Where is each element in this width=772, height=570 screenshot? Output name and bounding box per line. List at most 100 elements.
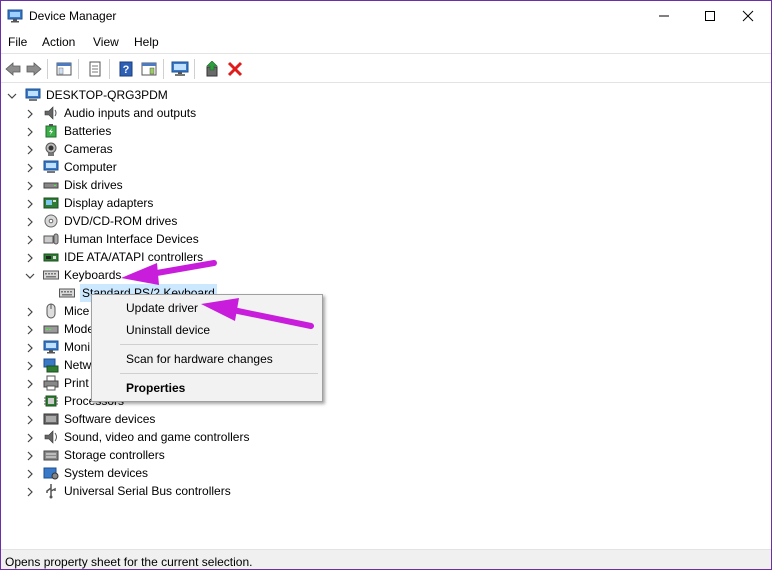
battery-icon bbox=[43, 123, 59, 139]
computer-icon bbox=[43, 159, 59, 175]
help-icon[interactable]: ? bbox=[116, 59, 136, 79]
chevron-right-icon[interactable] bbox=[25, 450, 35, 461]
svg-text:?: ? bbox=[123, 64, 130, 76]
device-manager-icon bbox=[7, 8, 23, 24]
toolbar-separator bbox=[47, 59, 48, 79]
chevron-right-icon[interactable] bbox=[25, 396, 35, 407]
tree-item-human-interface-devices[interactable]: Human Interface Devices bbox=[25, 230, 199, 248]
show-hide-console-tree-icon[interactable] bbox=[54, 59, 74, 79]
tree-item-system-devices[interactable]: System devices bbox=[25, 464, 148, 482]
forward-arrow-icon[interactable] bbox=[24, 59, 44, 79]
chevron-right-icon[interactable] bbox=[25, 414, 35, 425]
tree-item-label: Netw bbox=[64, 358, 92, 372]
status-text: Opens property sheet for the current sel… bbox=[5, 555, 253, 569]
tree-item-label: Computer bbox=[64, 160, 117, 174]
tree-item-software-devices[interactable]: Software devices bbox=[25, 410, 155, 428]
software-device-icon bbox=[43, 411, 59, 427]
window-title: Device Manager bbox=[29, 9, 117, 23]
menu-bar: File Action View Help bbox=[1, 31, 771, 53]
tree-item-audio-inputs-and-outputs[interactable]: Audio inputs and outputs bbox=[25, 104, 196, 122]
chevron-right-icon[interactable] bbox=[25, 468, 35, 479]
chevron-right-icon[interactable] bbox=[25, 378, 35, 389]
tree-item-keyboards[interactable]: Keyboards bbox=[25, 266, 121, 284]
speaker-icon bbox=[43, 105, 59, 121]
printer-icon bbox=[43, 375, 59, 391]
computer-icon bbox=[25, 87, 41, 103]
tree-item-sound-video-and-game-controllers[interactable]: Sound, video and game controllers bbox=[25, 428, 249, 446]
context-menu: Update driver Uninstall device Scan for … bbox=[91, 294, 323, 402]
action-pane-icon[interactable] bbox=[139, 59, 159, 79]
menu-help[interactable]: Help bbox=[134, 35, 159, 49]
tree-item-print[interactable]: Print bbox=[25, 374, 89, 392]
tree-item-computer[interactable]: Computer bbox=[25, 158, 117, 176]
tree-item-storage-controllers[interactable]: Storage controllers bbox=[25, 446, 165, 464]
tree-item-label: Universal Serial Bus controllers bbox=[64, 484, 231, 498]
context-properties[interactable]: Properties bbox=[126, 381, 185, 395]
title-bar: Device Manager bbox=[1, 1, 771, 31]
tree-item-label: Sound, video and game controllers bbox=[64, 430, 250, 444]
tree-item-dvd-cd-rom-drives[interactable]: DVD/CD-ROM drives bbox=[25, 212, 177, 230]
menu-action[interactable]: Action bbox=[42, 35, 75, 49]
tree-item-disk-drives[interactable]: Disk drives bbox=[25, 176, 123, 194]
back-arrow-icon[interactable] bbox=[3, 59, 23, 79]
tree-item-label: Display adapters bbox=[64, 196, 154, 210]
chevron-right-icon[interactable] bbox=[25, 144, 35, 155]
tree-item-display-adapters[interactable]: Display adapters bbox=[25, 194, 153, 212]
context-separator bbox=[120, 373, 318, 374]
chevron-down-icon[interactable] bbox=[7, 90, 17, 100]
update-driver-icon[interactable] bbox=[202, 59, 222, 79]
hid-icon bbox=[43, 231, 59, 247]
tree-item-label: DVD/CD-ROM drives bbox=[64, 214, 178, 228]
scan-hardware-icon[interactable] bbox=[170, 59, 190, 79]
chevron-right-icon[interactable] bbox=[25, 360, 35, 371]
dvd-drive-icon bbox=[43, 213, 59, 229]
tree-item-label: Moni bbox=[64, 340, 91, 354]
menu-view[interactable]: View bbox=[93, 35, 119, 49]
tree-item-label: Batteries bbox=[64, 124, 112, 138]
tree-item-mice[interactable]: Mice bbox=[25, 302, 89, 320]
display-adapter-icon bbox=[43, 195, 59, 211]
processor-icon bbox=[43, 393, 59, 409]
context-uninstall-device[interactable]: Uninstall device bbox=[126, 323, 210, 337]
tree-item-cameras[interactable]: Cameras bbox=[25, 140, 113, 158]
close-button[interactable] bbox=[725, 1, 771, 31]
tree-item-label: Keyboards bbox=[64, 268, 122, 282]
chevron-right-icon[interactable] bbox=[25, 216, 35, 227]
tree-root-computer[interactable]: DESKTOP-QRG3PDM bbox=[7, 86, 168, 104]
minimize-button[interactable] bbox=[641, 1, 687, 31]
chevron-right-icon[interactable] bbox=[25, 126, 35, 137]
tree-item-label: Human Interface Devices bbox=[64, 232, 199, 246]
tree-item-mode[interactable]: Mode bbox=[25, 320, 94, 338]
menu-file[interactable]: File bbox=[8, 35, 27, 49]
properties-sheet-icon[interactable] bbox=[85, 59, 105, 79]
context-scan-hardware[interactable]: Scan for hardware changes bbox=[126, 352, 273, 366]
tree-item-label: System devices bbox=[64, 466, 149, 480]
ide-controller-icon bbox=[43, 249, 59, 265]
tree-item-moni[interactable]: Moni bbox=[25, 338, 90, 356]
chevron-right-icon[interactable] bbox=[25, 342, 35, 353]
chevron-right-icon[interactable] bbox=[25, 486, 35, 497]
chevron-down-icon[interactable] bbox=[25, 270, 35, 280]
chevron-right-icon[interactable] bbox=[25, 162, 35, 173]
chevron-right-icon[interactable] bbox=[25, 108, 35, 119]
context-update-driver[interactable]: Update driver bbox=[126, 301, 198, 315]
chevron-right-icon[interactable] bbox=[25, 252, 35, 263]
keyboard-icon bbox=[43, 267, 59, 283]
toolbar-separator bbox=[109, 59, 110, 79]
chevron-right-icon[interactable] bbox=[25, 432, 35, 443]
uninstall-device-icon[interactable] bbox=[225, 59, 245, 79]
tree-item-ide-ata-atapi-controllers[interactable]: IDE ATA/ATAPI controllers bbox=[25, 248, 203, 266]
tree-item-label: Mode bbox=[64, 322, 95, 336]
chevron-right-icon[interactable] bbox=[25, 198, 35, 209]
monitor-icon bbox=[43, 339, 59, 355]
tree-item-label: IDE ATA/ATAPI controllers bbox=[64, 250, 204, 264]
chevron-right-icon[interactable] bbox=[25, 234, 35, 245]
tree-item-netw[interactable]: Netw bbox=[25, 356, 91, 374]
toolbar-separator bbox=[194, 59, 195, 79]
chevron-right-icon[interactable] bbox=[25, 324, 35, 335]
chevron-right-icon[interactable] bbox=[25, 306, 35, 317]
tree-item-label: Disk drives bbox=[64, 178, 123, 192]
tree-item-universal-serial-bus-controllers[interactable]: Universal Serial Bus controllers bbox=[25, 482, 231, 500]
tree-item-batteries[interactable]: Batteries bbox=[25, 122, 111, 140]
chevron-right-icon[interactable] bbox=[25, 180, 35, 191]
